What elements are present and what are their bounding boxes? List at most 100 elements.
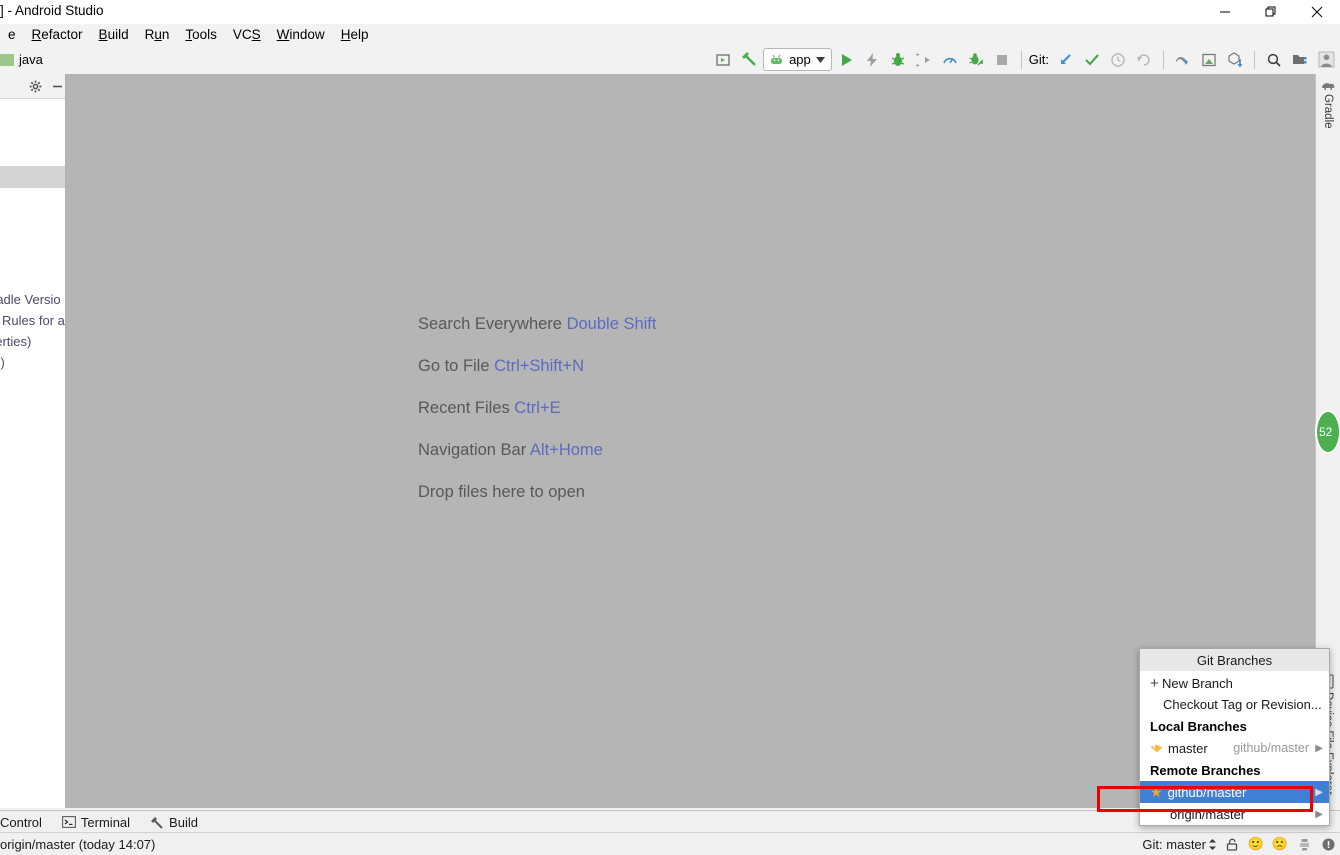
title-bar: ] - Android Studio xyxy=(0,0,1340,24)
checkout-tag-or-revision-item[interactable]: Checkout Tag or Revision... xyxy=(1140,694,1329,715)
remote-branches-header: Remote Branches xyxy=(1140,759,1329,781)
remote-branch-origin-master[interactable]: origin/master ▶ xyxy=(1140,803,1329,825)
terminal-icon xyxy=(62,816,76,828)
avd-manager-icon[interactable] xyxy=(711,48,735,72)
menu-item-tools[interactable]: Tools xyxy=(177,24,225,45)
plus-icon: + xyxy=(1150,677,1162,690)
new-branch-item[interactable]: + New Branch xyxy=(1140,673,1329,694)
user-account-icon[interactable] xyxy=(1314,48,1338,72)
branch-tracking: github/master xyxy=(1233,741,1309,755)
toolbar-separator-2 xyxy=(1163,51,1164,69)
remote-branch-github-master[interactable]: ★ github/master ▶ xyxy=(1140,781,1329,803)
shortcut-action: Go to File xyxy=(418,357,490,375)
menu-item-run[interactable]: Run xyxy=(137,24,178,45)
editor-placeholder: Search Everywhere Double Shift Go to Fil… xyxy=(418,315,1018,525)
menu-item-vcs[interactable]: VCS xyxy=(225,24,269,45)
search-icon[interactable] xyxy=(1262,48,1286,72)
apply-changes-icon[interactable] xyxy=(860,48,884,72)
memory-icon[interactable] xyxy=(1296,836,1312,852)
shortcut-key: Alt+Home xyxy=(530,441,603,459)
git-branch-label: Git: master xyxy=(1142,837,1206,852)
folder-icon xyxy=(0,54,14,66)
sdk-manager-icon[interactable] xyxy=(1171,48,1195,72)
close-icon[interactable] xyxy=(1294,0,1340,24)
menu-item-file[interactable]: e xyxy=(0,24,24,45)
shortcut-action: Search Everywhere xyxy=(418,315,562,333)
updown-arrows-icon xyxy=(1209,839,1216,850)
shortcut-action: Drop files here to open xyxy=(418,483,585,501)
run-configuration-selector[interactable]: app xyxy=(763,48,832,71)
chevron-down-icon xyxy=(816,57,825,63)
tool-window-build[interactable]: Build xyxy=(140,811,208,833)
history-icon[interactable] xyxy=(1106,48,1130,72)
window-controls xyxy=(1202,0,1340,24)
local-branches-header: Local Branches xyxy=(1140,715,1329,737)
branch-name: github/master xyxy=(1168,785,1247,800)
sad-face-icon[interactable]: 🙁 xyxy=(1272,836,1288,852)
lock-icon[interactable] xyxy=(1224,836,1240,852)
menu-item-build[interactable]: Build xyxy=(91,24,137,45)
happy-face-icon[interactable]: 🙂 xyxy=(1248,836,1264,852)
shortcut-row-drop-files: Drop files here to open xyxy=(418,483,1018,502)
tree-row-settings-gradle[interactable]: s) xyxy=(0,355,5,370)
branch-name: origin/master xyxy=(1170,807,1245,822)
elephant-icon xyxy=(1321,80,1336,91)
checkout-label: Checkout Tag or Revision... xyxy=(1163,697,1322,712)
tool-window-gradle[interactable]: Gradle xyxy=(1316,80,1340,129)
local-branch-master[interactable]: master github/master ▶ xyxy=(1140,737,1329,759)
layout-inspector-icon[interactable] xyxy=(1197,48,1221,72)
debug-icon[interactable] xyxy=(886,48,910,72)
branch-name: master xyxy=(1168,741,1208,756)
build-hammer-icon[interactable] xyxy=(737,48,761,72)
run-icon[interactable] xyxy=(834,48,858,72)
main-toolbar: java xyxy=(0,45,1340,75)
android-icon xyxy=(769,54,784,65)
toolbar-actions: app xyxy=(711,45,1338,74)
shortcut-key: Ctrl+E xyxy=(514,399,560,417)
shortcut-row-navigation-bar: Navigation Bar Alt+Home xyxy=(418,441,1018,460)
tab-label: Control xyxy=(0,815,42,830)
tree-row-proguard-rules[interactable]: Rules for a xyxy=(2,313,65,328)
chevron-right-icon: ▶ xyxy=(1315,743,1323,754)
tool-window-terminal[interactable]: Terminal xyxy=(52,811,140,833)
restore-icon[interactable] xyxy=(1248,0,1294,24)
tool-window-label: Gradle xyxy=(1322,94,1334,129)
apk-analyzer-icon[interactable] xyxy=(1223,48,1247,72)
shortcut-action: Navigation Bar xyxy=(418,441,526,459)
stop-icon[interactable] xyxy=(990,48,1014,72)
shortcut-action: Recent Files xyxy=(418,399,510,417)
git-toolbar-label: Git: xyxy=(1029,52,1049,67)
shortcut-row-recent-files: Recent Files Ctrl+E xyxy=(418,399,1018,418)
chevron-right-icon: ▶ xyxy=(1315,787,1323,798)
badge-value: 52 xyxy=(1319,425,1332,439)
status-git-branch-widget[interactable]: Git: master xyxy=(1142,837,1216,852)
breadcrumb-label: java xyxy=(19,52,43,67)
attach-debugger-icon[interactable] xyxy=(912,48,936,72)
menu-item-window[interactable]: Window xyxy=(269,24,333,45)
profiler-icon[interactable] xyxy=(938,48,962,72)
minimize-icon[interactable] xyxy=(1202,0,1248,24)
shortcut-row-search-everywhere: Search Everywhere Double Shift xyxy=(418,315,1018,334)
git-branches-popup: Git Branches + New Branch Checkout Tag o… xyxy=(1139,648,1330,826)
sync-gradle-icon[interactable] xyxy=(964,48,988,72)
minimize-panel-icon[interactable] xyxy=(49,78,65,94)
star-icon: ★ xyxy=(1150,785,1163,799)
notification-icon[interactable] xyxy=(1320,836,1336,852)
menu-item-refactor[interactable]: Refactor xyxy=(24,24,91,45)
tree-row-gradle-properties[interactable]: perties) xyxy=(0,334,31,349)
commit-icon[interactable] xyxy=(1080,48,1104,72)
shortcut-key: Ctrl+Shift+N xyxy=(494,357,584,375)
update-project-icon[interactable] xyxy=(1054,48,1078,72)
tool-window-version-control[interactable]: Control xyxy=(0,811,52,833)
project-structure-icon[interactable] xyxy=(1288,48,1312,72)
project-tree-selected-row[interactable] xyxy=(0,166,65,188)
rollback-icon[interactable] xyxy=(1132,48,1156,72)
menu-bar: e Refactor Build Run Tools VCS Window He… xyxy=(0,24,1340,45)
menu-item-help[interactable]: Help xyxy=(333,24,377,45)
breadcrumb: java xyxy=(0,45,43,74)
gear-icon[interactable] xyxy=(27,78,43,94)
status-bar: origin/master (today 14:07) Git: master … xyxy=(0,832,1340,855)
tree-row-gradle-version[interactable]: radle Versio xyxy=(0,292,61,307)
toolbar-separator-3 xyxy=(1254,51,1255,69)
new-branch-label: New Branch xyxy=(1162,676,1233,691)
